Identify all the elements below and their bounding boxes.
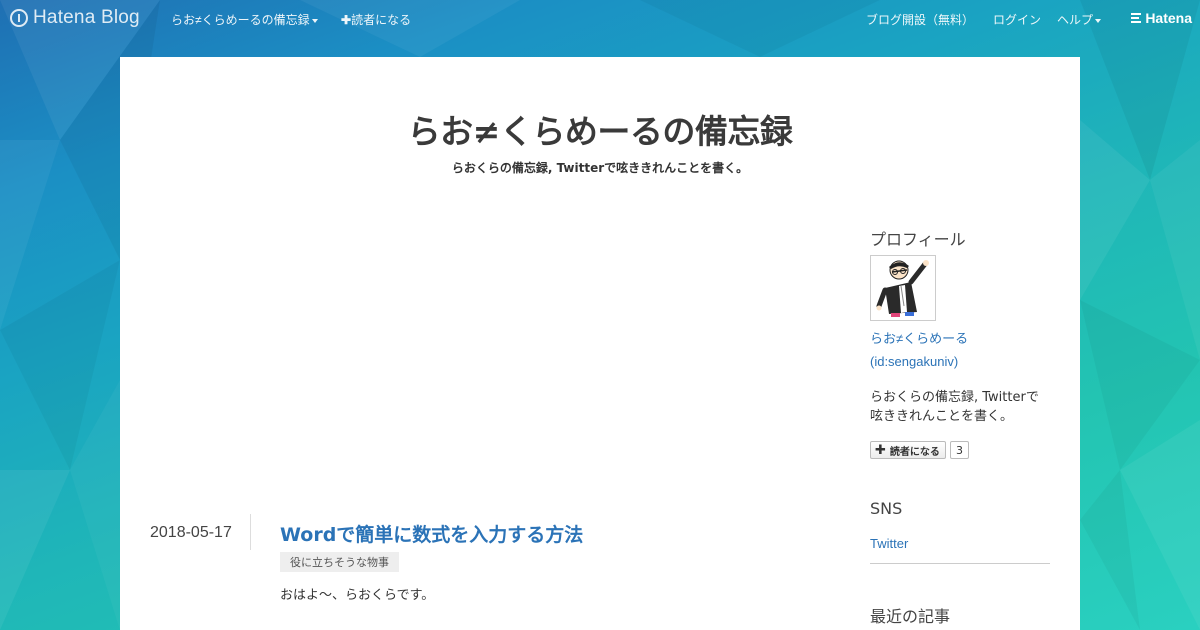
entry-date[interactable]: 2018-05-17 — [150, 524, 232, 542]
avatar-illustration — [871, 256, 935, 320]
subscribe-button[interactable]: ✚ 読者になる — [870, 441, 946, 459]
hatena-blog-logo[interactable]: Hatena Blog — [10, 7, 140, 29]
date-divider — [250, 514, 251, 550]
blog-menu-label: らお≠くらめーるの備忘録 — [171, 13, 310, 27]
blog-description: らおくらの備忘録, Twitterで呟ききれんことを書く。 — [451, 161, 749, 175]
blog-menu-dropdown[interactable]: らお≠くらめーるの備忘録 — [171, 11, 318, 28]
category-tag[interactable]: 役に立ちそうな物事 — [280, 552, 399, 572]
plus-icon: ✚ — [341, 13, 352, 27]
sns-heading: SNS — [870, 499, 903, 518]
entry-title-link[interactable]: Wordで簡単に数式を入力する方法 — [280, 520, 583, 547]
hatena-brand-logo[interactable]: Hatena — [1131, 10, 1192, 26]
login-link[interactable]: ログイン — [993, 11, 1041, 28]
subscribe-button-label: 読者になる — [889, 446, 940, 458]
subscribe-label: 読者になる — [351, 13, 412, 27]
chevron-down-icon — [1095, 18, 1102, 23]
avatar[interactable] — [870, 255, 936, 321]
plus-icon: ✚ — [875, 442, 886, 458]
profile-heading: プロフィール — [870, 230, 966, 249]
blog-title[interactable]: らお≠くらめーるの備忘録 — [120, 105, 1080, 153]
profile-bio: らおくらの備忘録, Twitterで呟ききれんことを書く。 — [870, 390, 1039, 424]
twitter-link[interactable]: Twitter — [870, 536, 908, 551]
help-label: ヘルプ — [1057, 13, 1094, 27]
entry-intro: おはよ～、らおくらです。 — [280, 588, 435, 603]
subscribe-link[interactable]: ✚読者になる — [341, 11, 411, 28]
start-blog-link[interactable]: ブログ開設（無料） — [866, 11, 974, 28]
hatena-blog-logo-icon — [10, 9, 28, 27]
global-header: Hatena Blog らお≠くらめーるの備忘録 ✚読者になる ブログ開設（無料… — [0, 0, 1200, 36]
profile-id-link[interactable]: (id:sengakuniv) — [870, 354, 958, 369]
recent-articles-heading: 最近の記事 — [870, 607, 951, 626]
chevron-down-icon — [311, 18, 318, 23]
blog-page: らお≠くらめーるの備忘録 らおくらの備忘録, Twitterで呟ききれんことを書… — [120, 57, 1080, 630]
logo-text: Hatena Blog — [33, 7, 140, 28]
hatena-brand-text: Hatena — [1145, 10, 1192, 26]
help-dropdown[interactable]: ヘルプ — [1057, 11, 1102, 28]
hatena-lines-icon — [1131, 13, 1142, 23]
profile-name-link[interactable]: らお≠くらめーる — [870, 328, 968, 347]
sidebar-divider — [870, 563, 1050, 564]
subscriber-count[interactable]: 3 — [950, 441, 969, 459]
